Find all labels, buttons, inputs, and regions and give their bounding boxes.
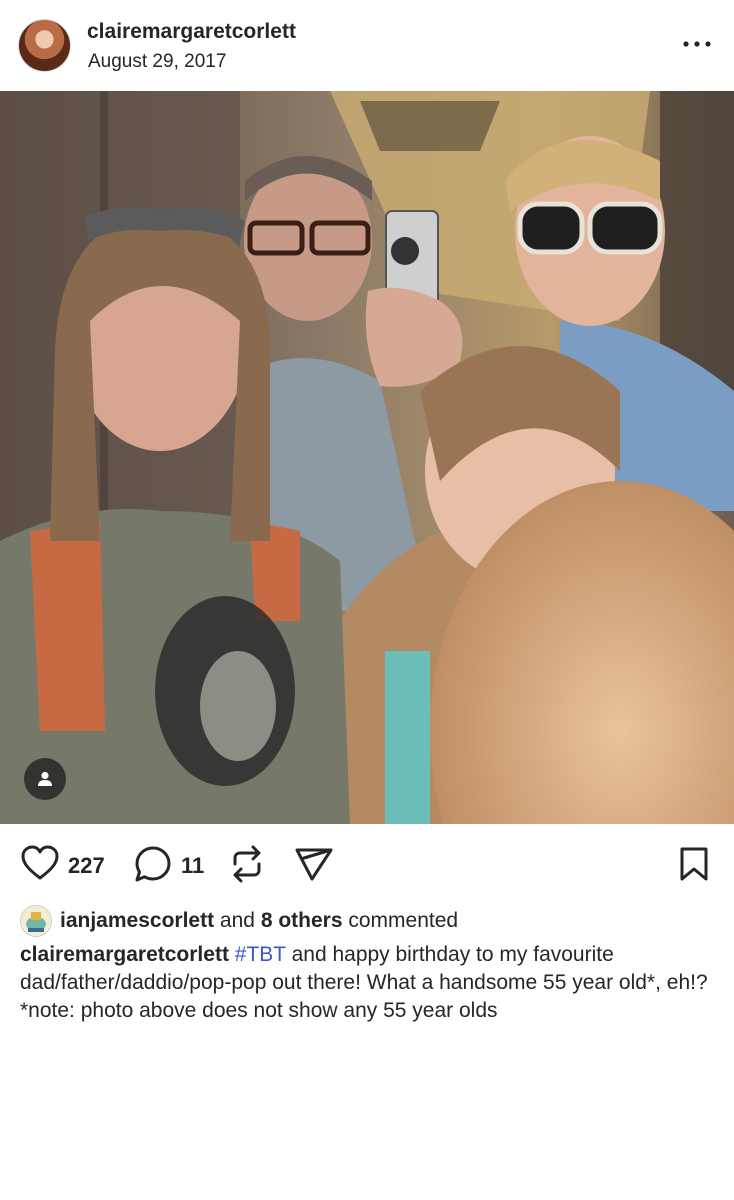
caption-line: clairemargaretcorlett #TBT and happy bir… [20,941,720,997]
commenters-and: and [219,909,255,932]
commenters-text: ianjamescorlett and 8 others commented [60,909,458,933]
comment-bubble-icon[interactable] [134,845,172,888]
commenter-username[interactable]: ianjamescorlett [60,909,214,932]
bookmark-icon[interactable] [678,846,710,887]
caption-username[interactable]: clairemargaretcorlett [20,943,229,966]
comment-count[interactable]: 11 [181,853,204,879]
caption-hashtag[interactable]: #TBT [235,943,286,966]
commenters-suffix: commented [348,909,459,932]
commenters-others[interactable]: 8 others [261,909,343,932]
user-tag-icon[interactable] [24,758,66,800]
send-icon[interactable] [294,846,334,887]
more-options-icon[interactable] [681,32,713,56]
post-caption: clairemargaretcorlett #TBT and happy bir… [20,941,720,1025]
post-photo[interactable] [0,91,734,824]
commenter-avatar[interactable] [20,905,52,937]
heart-icon[interactable] [20,844,60,887]
like-count[interactable]: 227 [68,853,105,879]
author-username[interactable]: clairemargaretcorlett [87,20,296,44]
commenters-summary[interactable]: ianjamescorlett and 8 others commented [20,905,720,939]
repost-icon[interactable] [228,844,266,889]
post-date: August 29, 2017 [88,51,227,72]
post-header: clairemargaretcorlett August 29, 2017 [0,0,734,91]
author-avatar[interactable] [18,19,71,72]
post-actions-bar: 227 11 [0,824,734,904]
caption-note: *note: photo above does not show any 55 … [20,999,498,1022]
